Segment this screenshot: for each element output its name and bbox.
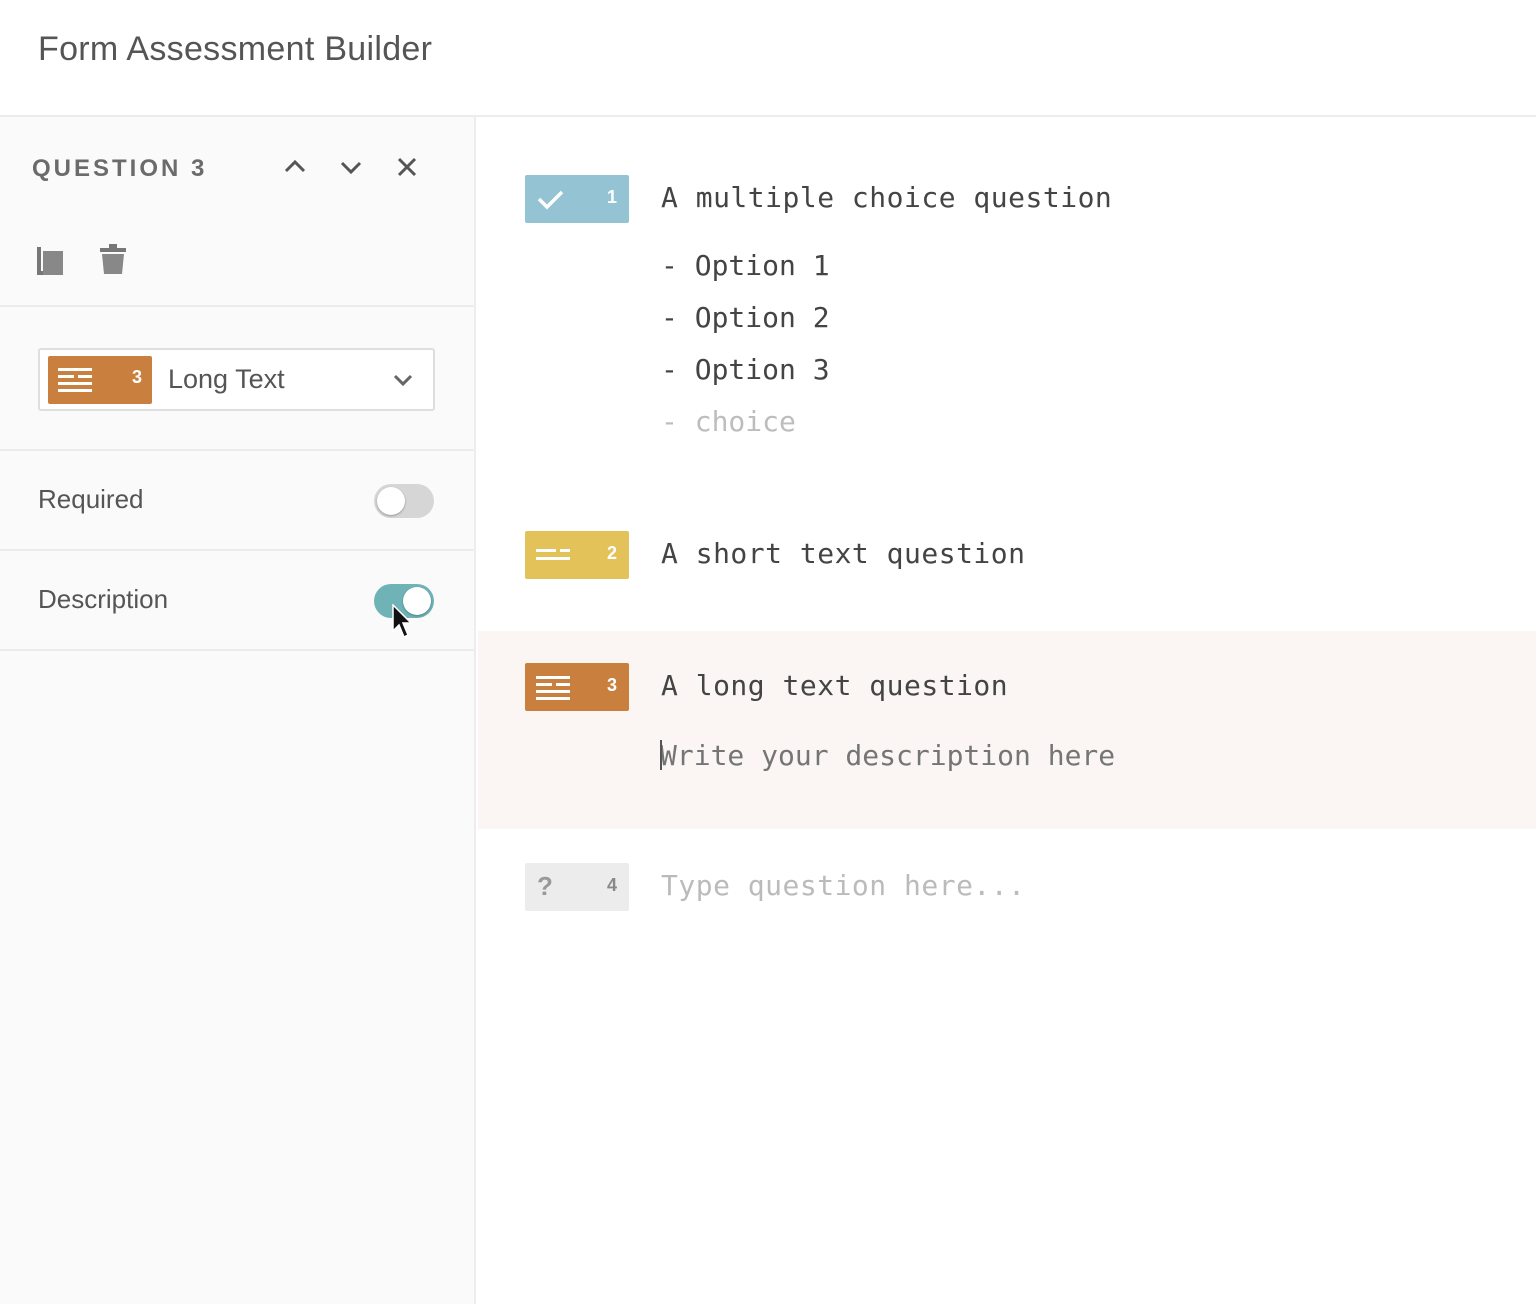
- question-number: 2: [606, 543, 617, 563]
- long-text-icon: [58, 368, 92, 392]
- short-text-icon: [536, 549, 570, 560]
- choice-option[interactable]: - Option 2: [661, 301, 830, 334]
- question-badge: 1: [525, 175, 629, 223]
- question-type-select[interactable]: 3 Long Text: [38, 348, 435, 411]
- question-type-label: Long Text: [168, 364, 285, 394]
- question-badge: 3: [525, 663, 629, 711]
- chevron-down-icon: [340, 161, 362, 175]
- app-title: Form Assessment Builder: [38, 30, 433, 68]
- type-badge: 3: [48, 356, 152, 404]
- choice-option[interactable]: - Option 1: [661, 249, 830, 282]
- move-up-button[interactable]: [277, 149, 313, 185]
- copy-icon: [37, 247, 63, 275]
- type-badge-number: 3: [131, 367, 142, 387]
- app-header: Form Assessment Builder: [0, 0, 1536, 117]
- question-number: 1: [606, 187, 617, 207]
- question-title-placeholder[interactable]: Type question here...: [661, 869, 1026, 902]
- question-label: QUESTION 3: [32, 155, 208, 182]
- description-label: Description: [38, 584, 169, 614]
- toggle-knob: [377, 487, 405, 515]
- choice-option[interactable]: - Option 3: [661, 353, 830, 386]
- selected-question-highlight: [478, 631, 1536, 829]
- delete-button[interactable]: [95, 241, 131, 281]
- question-badge: 2: [525, 531, 629, 579]
- question-number: 4: [606, 875, 617, 895]
- form-canvas: 1 A multiple choice question - Option 1 …: [478, 117, 1536, 1304]
- close-icon: [397, 157, 417, 177]
- description-input[interactable]: [660, 737, 1360, 773]
- chevron-up-icon: [284, 159, 306, 173]
- chevron-down-icon: [393, 374, 413, 387]
- question-number: 3: [606, 675, 617, 695]
- question-title[interactable]: A long text question: [661, 669, 1008, 702]
- long-text-icon: [536, 676, 570, 700]
- question-settings-sidebar: QUESTION 3 3 Long Text Required Descript…: [0, 117, 476, 1304]
- question-title[interactable]: A multiple choice question: [661, 181, 1112, 214]
- duplicate-button[interactable]: [33, 241, 69, 281]
- required-label: Required: [38, 484, 144, 514]
- move-down-button[interactable]: [333, 149, 369, 185]
- sidebar-header: QUESTION 3: [0, 117, 474, 307]
- required-toggle[interactable]: [374, 484, 434, 518]
- close-button[interactable]: [389, 149, 425, 185]
- question-type-section: 3 Long Text: [0, 307, 474, 451]
- required-row: Required: [0, 451, 474, 551]
- text-caret: [660, 740, 662, 770]
- check-icon: [537, 190, 564, 210]
- add-choice-placeholder[interactable]: - choice: [661, 405, 796, 438]
- question-title[interactable]: A short text question: [661, 537, 1026, 570]
- question-mark-icon: ?: [537, 871, 553, 901]
- trash-icon: [100, 244, 126, 274]
- question-badge: ? 4: [525, 863, 629, 911]
- mouse-cursor-icon: [392, 604, 413, 639]
